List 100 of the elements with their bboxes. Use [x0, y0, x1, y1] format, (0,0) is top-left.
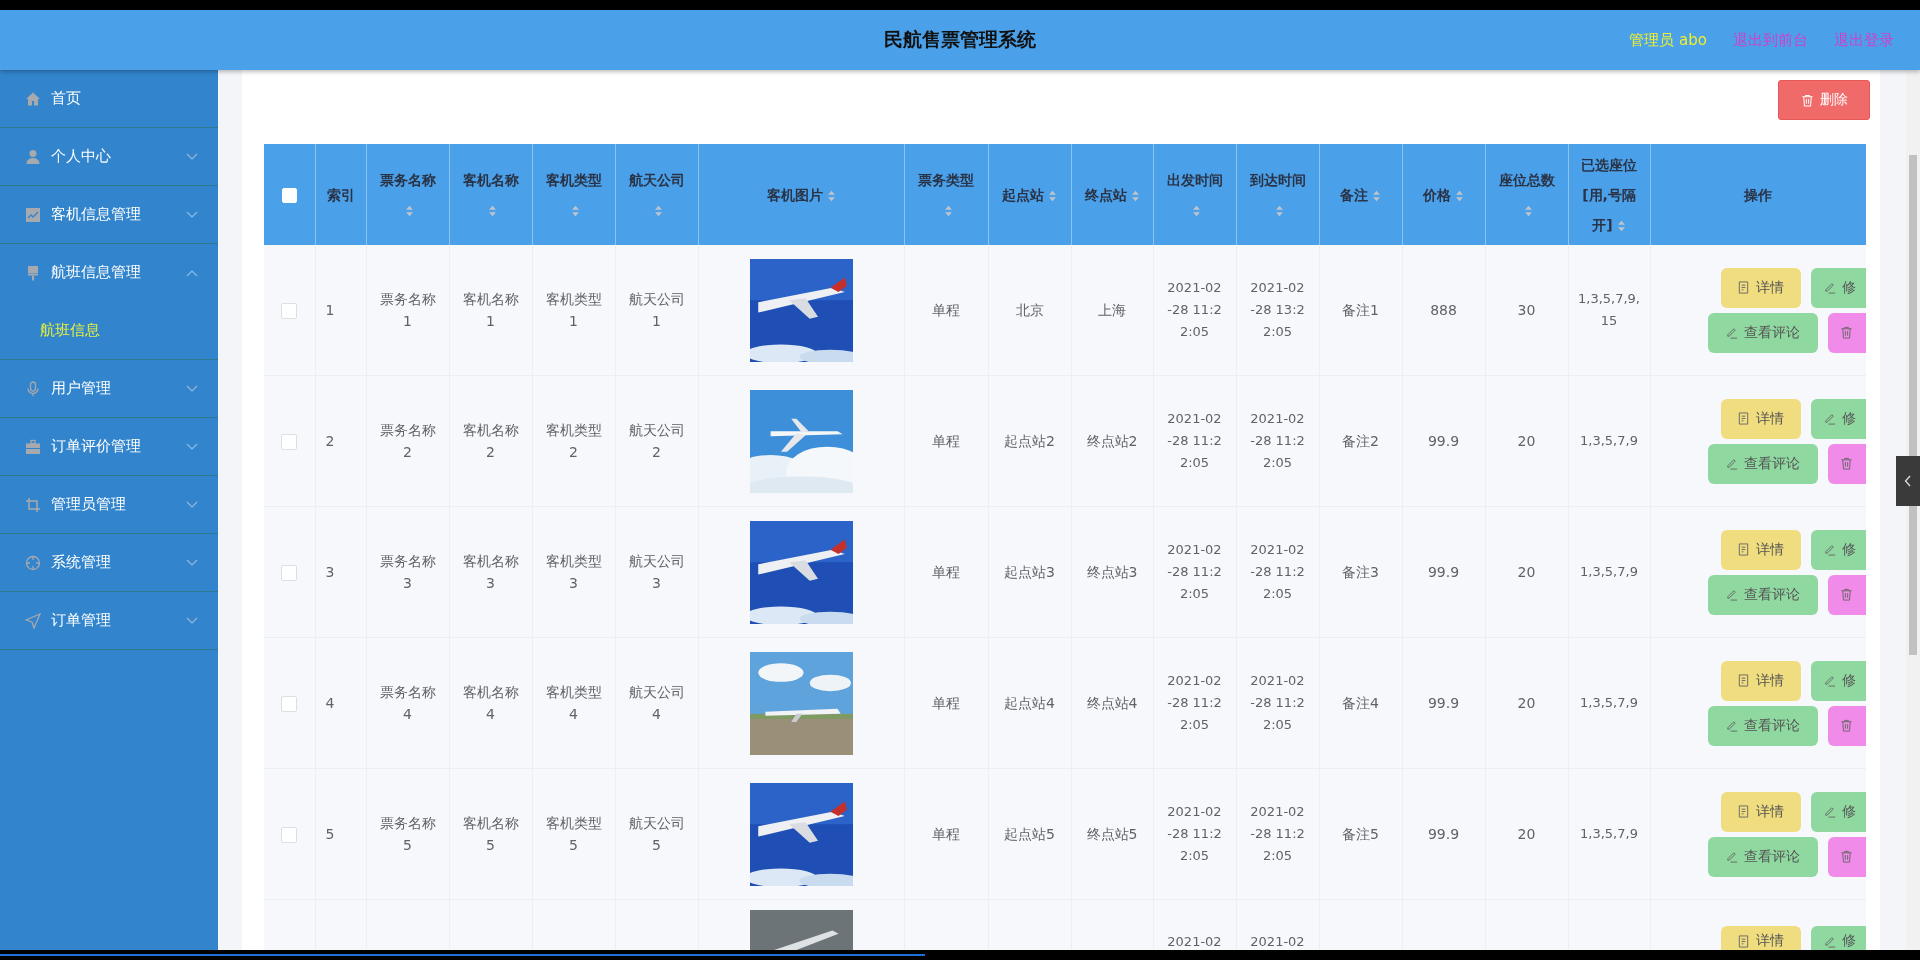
edit-button[interactable]: 修	[1810, 267, 1865, 308]
table-cell: 票务名称5	[379, 815, 436, 853]
detail-button[interactable]: 详情	[1720, 398, 1801, 439]
pencil-icon	[1822, 412, 1836, 425]
table-cell: 客机类型2	[545, 422, 602, 460]
delete-button[interactable]	[1827, 312, 1865, 353]
menu-item[interactable]: 订单评价管理	[0, 418, 218, 475]
sort-icon[interactable]	[1524, 204, 1533, 217]
sort-icon[interactable]	[1616, 219, 1626, 232]
column-header[interactable]: 操作	[1744, 179, 1772, 210]
comment-button[interactable]: 查看评论	[1707, 705, 1818, 746]
sort-icon[interactable]	[1275, 204, 1284, 217]
edit-button[interactable]: 修	[1810, 926, 1865, 950]
sort-icon[interactable]	[654, 204, 663, 217]
checkbox[interactable]	[281, 303, 298, 319]
detail-button[interactable]: 详情	[1720, 926, 1801, 950]
detail-button[interactable]: 详情	[1720, 529, 1801, 570]
crop-icon	[25, 496, 41, 513]
sort-icon[interactable]	[943, 204, 953, 217]
pencil-icon	[1725, 719, 1738, 732]
column-header[interactable]: 备注	[1340, 179, 1381, 210]
table-cell: 2021-02-28 11:22:05	[1250, 673, 1305, 732]
document-icon	[1737, 674, 1750, 687]
table-cell: 3	[325, 564, 335, 580]
column-header[interactable]: 客机图片	[766, 179, 836, 210]
sort-icon[interactable]	[405, 204, 414, 217]
comment-button[interactable]: 查看评论	[1707, 443, 1818, 484]
user-label: 管理员 abo	[1629, 30, 1707, 50]
table-cell: 起点站3	[1004, 564, 1055, 580]
menu-item[interactable]: 用户管理	[0, 360, 218, 417]
trash-icon	[1839, 719, 1853, 732]
edit-button[interactable]: 修	[1810, 660, 1865, 701]
submenu-item[interactable]: 航班信息	[0, 301, 218, 359]
checkbox[interactable]	[281, 696, 298, 712]
edit-button[interactable]: 修	[1810, 529, 1865, 570]
edit-button[interactable]: 修	[1810, 398, 1865, 439]
menu-item[interactable]: 管理员管理	[0, 476, 218, 533]
table-cell: 1,3,5,7,9	[1580, 826, 1638, 841]
table-cell: 客机名称4	[462, 684, 519, 722]
delete-button[interactable]: 删除	[1778, 80, 1870, 120]
table-cell: 99.9	[1427, 826, 1460, 842]
table-cell: 票务名称1	[379, 291, 436, 329]
delete-button[interactable]	[1827, 574, 1865, 615]
comment-button[interactable]: 查看评论	[1707, 312, 1818, 353]
column-header[interactable]: 索引	[326, 179, 355, 210]
table-cell: 航天公司4	[628, 684, 685, 722]
checkbox[interactable]	[281, 434, 298, 450]
comment-button[interactable]: 查看评论	[1707, 574, 1818, 615]
sort-icon[interactable]	[826, 189, 836, 202]
delete-button[interactable]	[1827, 836, 1865, 877]
scrollbar[interactable]	[1909, 155, 1917, 655]
table-cell: 客机名称5	[462, 815, 519, 853]
trash-icon	[1839, 457, 1853, 470]
table-cell: 北京	[1015, 302, 1044, 318]
table-cell: 1	[325, 302, 335, 318]
menu-item[interactable]: 客机信息管理	[0, 186, 218, 243]
table-cell: 客机名称2	[462, 422, 519, 460]
table-cell: 备注1	[1342, 302, 1379, 318]
table-cell: 2	[325, 433, 335, 449]
delete-button[interactable]	[1827, 705, 1865, 746]
sort-icon[interactable]	[1372, 189, 1381, 202]
menu-item[interactable]: 订单管理	[0, 592, 218, 649]
menu-item[interactable]: 首页	[0, 70, 218, 127]
table-cell: 4	[325, 695, 335, 711]
detail-button[interactable]: 详情	[1720, 791, 1801, 832]
checkbox[interactable]	[281, 827, 298, 843]
crosshair-icon	[25, 554, 41, 571]
column-header[interactable]: 价格	[1423, 179, 1464, 210]
table-cell: 1,3,5,7,9,15	[1578, 291, 1640, 328]
table-cell: 起点站2	[1004, 433, 1055, 449]
table-cell: 终点站4	[1086, 695, 1138, 711]
pencil-icon	[1725, 850, 1738, 863]
menu-item[interactable]: 个人中心	[0, 128, 218, 185]
table-cell: 2021-02-28 11:22:05	[1250, 542, 1305, 601]
table-cell: 航天公司1	[628, 291, 685, 329]
sort-icon[interactable]	[488, 204, 497, 217]
table-cell: 2021-02-28 11:22:05	[1167, 542, 1222, 601]
detail-button[interactable]: 详情	[1720, 660, 1801, 701]
pencil-icon	[1822, 674, 1836, 687]
table-cell: 1,3,5,7,9	[1580, 695, 1638, 710]
sort-icon[interactable]	[1130, 189, 1140, 202]
sort-icon[interactable]	[1192, 204, 1201, 217]
table-cell: 单程	[932, 695, 960, 711]
checkbox[interactable]	[281, 565, 298, 581]
sort-icon[interactable]	[571, 204, 580, 217]
table-cell: 起点站4	[1004, 695, 1055, 711]
table-cell: 1,3,5,7,9	[1580, 564, 1638, 579]
sort-icon[interactable]	[1455, 189, 1464, 202]
document-icon	[1737, 281, 1750, 294]
pencil-icon	[1725, 588, 1738, 601]
sort-icon[interactable]	[1048, 189, 1057, 202]
menu-item[interactable]: 航班信息管理	[0, 244, 218, 301]
table-cell: 30	[1517, 302, 1536, 318]
detail-button[interactable]: 详情	[1720, 267, 1801, 308]
comment-button[interactable]: 查看评论	[1707, 836, 1818, 877]
delete-button[interactable]	[1827, 443, 1865, 484]
drawer-tab[interactable]	[1896, 456, 1920, 506]
pencil-icon	[1822, 281, 1836, 294]
edit-button[interactable]: 修	[1810, 791, 1865, 832]
menu-item[interactable]: 系统管理	[0, 534, 218, 591]
